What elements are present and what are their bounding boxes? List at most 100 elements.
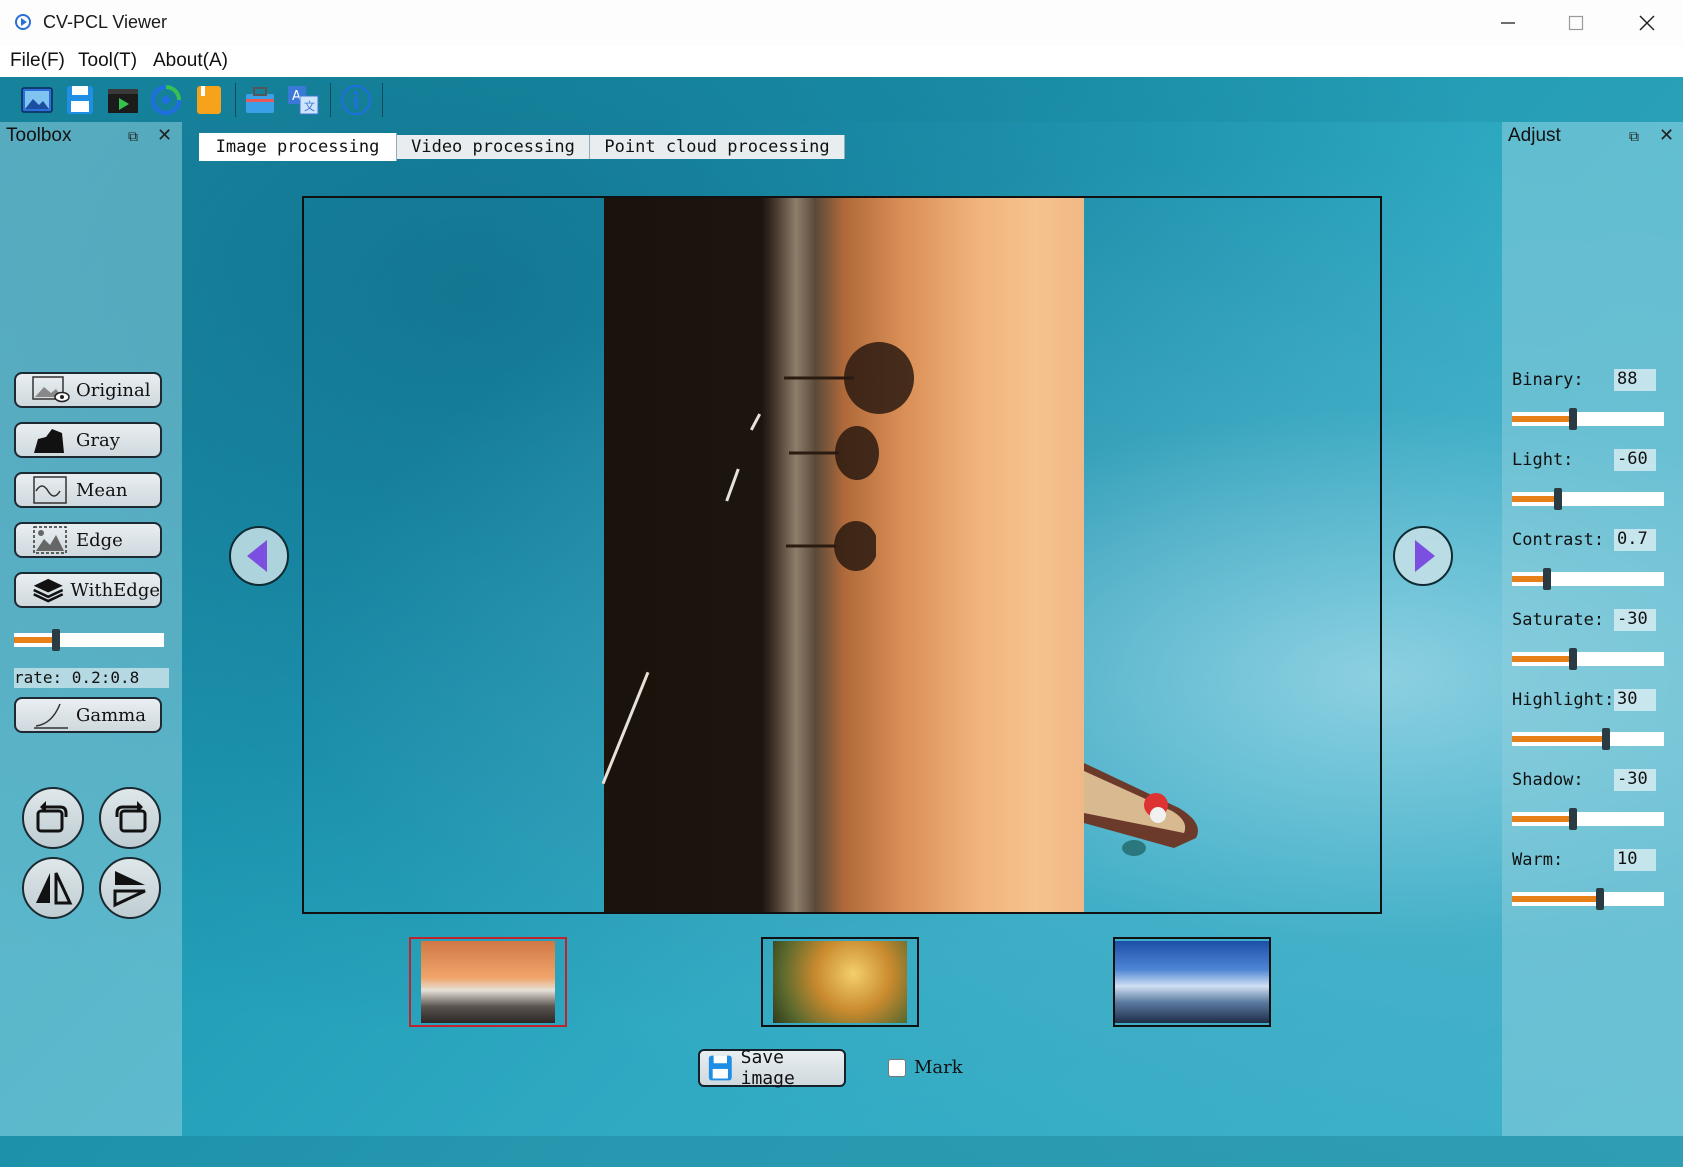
- mark-checkbox[interactable]: [888, 1059, 906, 1077]
- adjust-slider[interactable]: [1512, 648, 1664, 670]
- adjust-label: Binary:: [1512, 370, 1584, 390]
- menu-tool[interactable]: Tool(T): [78, 50, 137, 72]
- toolbar-separator: [235, 83, 236, 117]
- road-marking: [725, 468, 740, 502]
- thumbnail-image: [421, 941, 555, 1023]
- adjust-slider-fill: [1512, 416, 1573, 422]
- next-arrow-icon: [1415, 540, 1435, 572]
- prev-button[interactable]: [229, 526, 289, 586]
- maximize-button[interactable]: [1542, 0, 1610, 46]
- toolbox-header: Toolbox ⧉ ✕: [0, 122, 182, 150]
- adjust-slider-handle[interactable]: [1554, 488, 1562, 510]
- adjust-slider-fill: [1512, 736, 1606, 742]
- adjust-slider[interactable]: [1512, 488, 1664, 510]
- edge-label: Edge: [76, 529, 123, 551]
- adjust-title: Adjust: [1508, 125, 1561, 146]
- close-icon[interactable]: ✕: [1659, 125, 1674, 146]
- adjust-header: Adjust ⧉ ✕: [1502, 122, 1683, 150]
- adjust-slider[interactable]: [1512, 408, 1664, 430]
- rate-label: rate: 0.2:0.8: [14, 668, 169, 688]
- original-button[interactable]: Original: [14, 372, 162, 408]
- adjust-slider[interactable]: [1512, 808, 1664, 830]
- adjust-value: 88: [1614, 369, 1656, 391]
- adjust-value: 10: [1614, 849, 1656, 871]
- gamma-button[interactable]: Gamma: [14, 697, 162, 733]
- notebook-icon[interactable]: [192, 83, 226, 117]
- adjust-slider-fill: [1512, 656, 1573, 662]
- open-image-icon[interactable]: [20, 83, 54, 117]
- adjust-label: Light:: [1512, 450, 1574, 470]
- edge-button[interactable]: Edge: [14, 522, 162, 558]
- withedge-button[interactable]: WithEdge: [14, 572, 162, 608]
- adjust-slider-handle[interactable]: [1596, 888, 1604, 910]
- boat-image: [1084, 763, 1198, 856]
- svg-text:文: 文: [304, 99, 315, 113]
- adjust-slider-handle[interactable]: [1569, 408, 1577, 430]
- adjust-slider-fill: [1512, 576, 1547, 582]
- rate-slider-fill: [14, 637, 56, 643]
- rate-slider-handle[interactable]: [52, 629, 60, 651]
- adjust-slider-handle[interactable]: [1569, 808, 1577, 830]
- image-viewer[interactable]: [302, 196, 1382, 914]
- tab-point-cloud-processing[interactable]: Point cloud processing: [590, 135, 845, 159]
- tab-video-processing[interactable]: Video processing: [397, 135, 590, 159]
- flip-horizontal-icon: [36, 872, 73, 905]
- float-icon[interactable]: ⧉: [1629, 128, 1639, 145]
- save-image-label: Save image: [740, 1047, 795, 1089]
- toolbox-icon[interactable]: [243, 83, 277, 117]
- adjust-slider[interactable]: [1512, 888, 1664, 910]
- thumbnail-3[interactable]: [1113, 937, 1271, 1027]
- adjust-value: -30: [1614, 609, 1656, 631]
- adjust-slider[interactable]: [1512, 568, 1664, 590]
- save-icon[interactable]: [63, 83, 97, 117]
- flip-vertical-button[interactable]: [99, 857, 161, 919]
- save-image-button[interactable]: Save image: [698, 1047, 846, 1089]
- menu-file[interactable]: File(F): [10, 50, 65, 72]
- mean-icon: [33, 476, 67, 504]
- close-button[interactable]: [1613, 0, 1681, 46]
- flip-horizontal-button[interactable]: [22, 857, 84, 919]
- tree-silhouette: [786, 521, 876, 571]
- float-icon[interactable]: ⧉: [128, 128, 138, 145]
- tab-image-processing[interactable]: Image processing: [199, 133, 397, 161]
- refresh-icon[interactable]: [149, 83, 183, 117]
- menu-bar: File(F) Tool(T) About(A): [0, 46, 1683, 77]
- rotate-left-icon: [36, 801, 68, 833]
- close-icon[interactable]: ✕: [157, 125, 172, 146]
- gray-button[interactable]: Gray: [14, 422, 162, 458]
- window-title: CV-PCL Viewer: [43, 12, 168, 32]
- original-label: Original: [76, 379, 151, 401]
- next-button[interactable]: [1393, 526, 1453, 586]
- thumbnail-2[interactable]: [761, 937, 919, 1027]
- adjust-slider-fill: [1512, 816, 1573, 822]
- flip-vertical-icon: [113, 871, 146, 908]
- rate-slider[interactable]: [14, 629, 164, 651]
- main-image: [601, 198, 1084, 912]
- withedge-label: WithEdge: [70, 579, 160, 601]
- adjust-slider-fill: [1512, 496, 1558, 502]
- thumbnail-1[interactable]: [409, 937, 567, 1027]
- translate-icon[interactable]: A 文: [286, 83, 320, 117]
- rotate-right-button[interactable]: [99, 787, 161, 849]
- prev-arrow-icon: [247, 540, 267, 572]
- original-icon: [32, 376, 70, 403]
- minimize-icon: [1501, 22, 1515, 24]
- adjust-slider-handle[interactable]: [1569, 648, 1577, 670]
- adjust-slider-handle[interactable]: [1543, 568, 1551, 590]
- app-icon: [15, 14, 31, 30]
- adjust-value: 0.7: [1614, 529, 1656, 551]
- adjust-value: -60: [1614, 449, 1656, 471]
- gamma-icon: [34, 703, 68, 729]
- minimize-button[interactable]: [1474, 0, 1542, 46]
- adjust-slider[interactable]: [1512, 728, 1664, 750]
- rotate-right-icon: [115, 801, 147, 833]
- mean-button[interactable]: Mean: [14, 472, 162, 508]
- road-marking: [749, 413, 762, 431]
- rotate-left-button[interactable]: [22, 787, 84, 849]
- menu-about[interactable]: About(A): [153, 50, 228, 72]
- toolbar-separator: [382, 83, 383, 117]
- mean-label: Mean: [76, 479, 128, 501]
- video-icon[interactable]: [106, 83, 140, 117]
- info-icon[interactable]: [339, 83, 373, 117]
- adjust-slider-handle[interactable]: [1602, 728, 1610, 750]
